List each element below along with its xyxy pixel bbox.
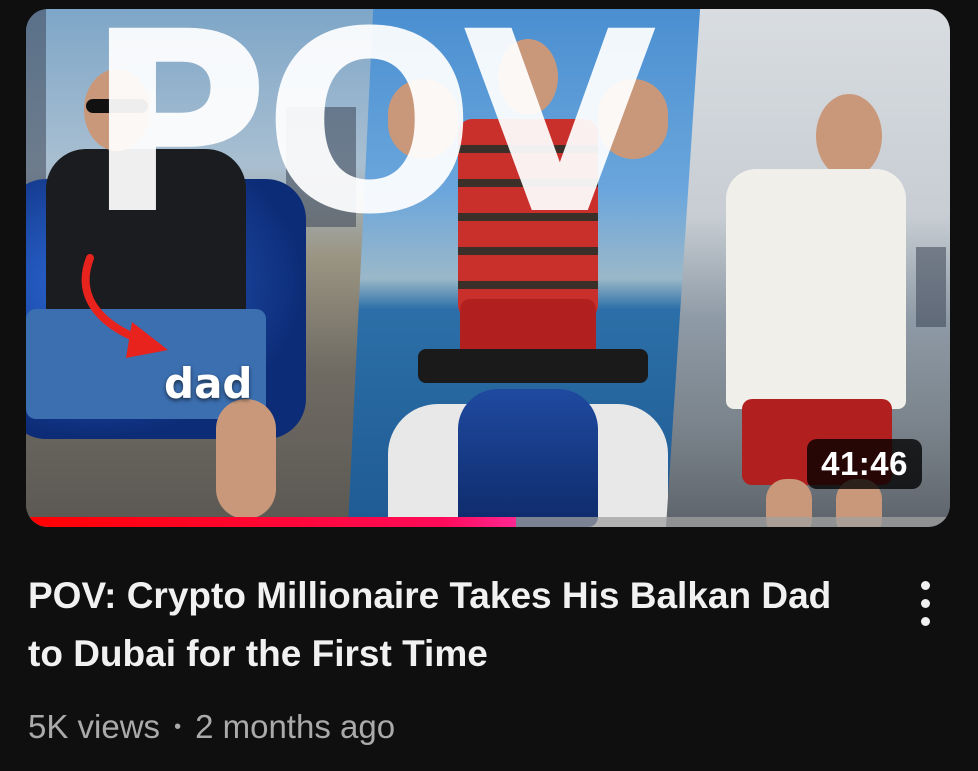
view-count: 5K views [28,708,161,745]
man-head [816,94,882,178]
video-metadata: 5K views • 2 months ago [28,708,395,746]
watch-progress-fill [26,517,516,527]
white-shirt [726,169,906,409]
video-title[interactable]: POV: Crypto Millionaire Takes His Balkan… [28,567,848,683]
handlebar [418,349,648,383]
meta-separator: • [174,715,182,738]
jetski-hood [458,389,598,527]
duration-badge: 41:46 [807,439,922,489]
more-vert-icon[interactable] [902,570,948,636]
dad-leg [216,399,276,519]
watch-progress-bar [26,517,950,527]
upload-age: 2 months ago [195,708,396,745]
red-arrow-icon [81,254,168,358]
menu-dot [920,598,930,608]
video-thumbnail[interactable]: dad POV 41:46 [26,9,950,527]
menu-dot [920,580,930,590]
video-card: dad POV 41:46 POV: Crypto Millionaire Ta… [0,0,978,771]
skyline-shape [916,247,946,327]
pov-big-text: POV [86,9,657,269]
menu-dot [920,616,930,626]
dad-overlay-text: dad [164,359,253,408]
